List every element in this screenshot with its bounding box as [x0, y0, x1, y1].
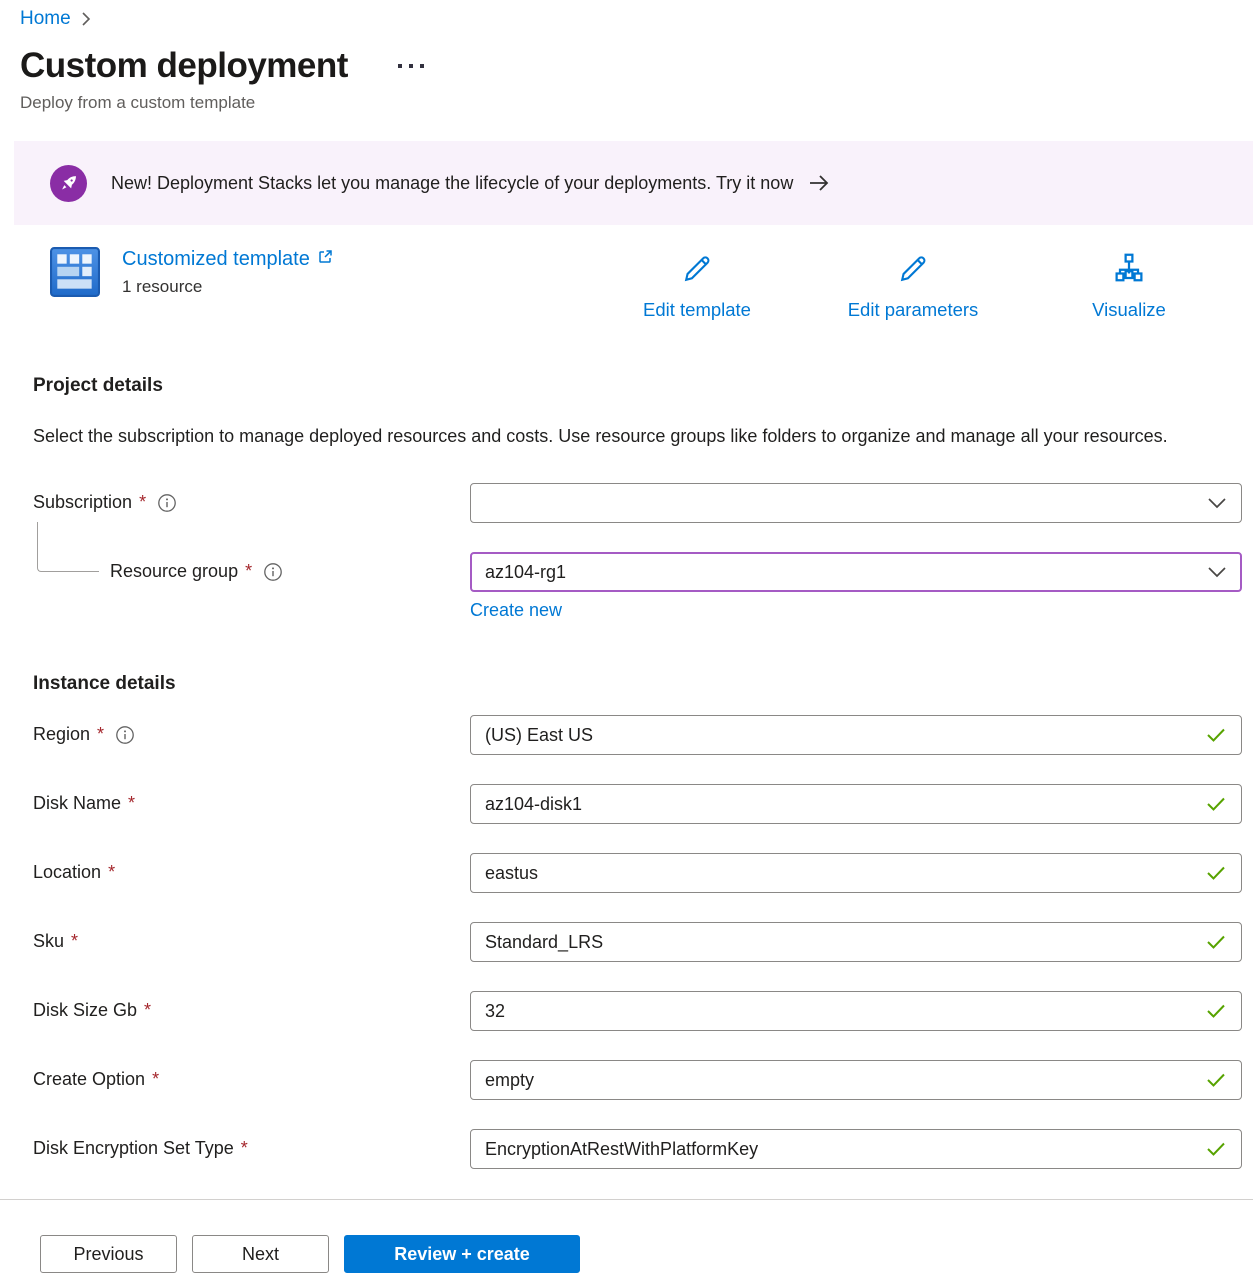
sku-value: Standard_LRS: [485, 932, 603, 953]
valid-check-icon: [1205, 1071, 1227, 1089]
location-input[interactable]: eastus: [470, 853, 1242, 893]
valid-check-icon: [1205, 726, 1227, 744]
required-marker: *: [108, 862, 115, 883]
chevron-down-icon: [1207, 565, 1227, 579]
edit-template-label: Edit template: [643, 299, 751, 321]
edit-parameters-button[interactable]: Edit parameters: [805, 247, 1021, 321]
visualize-button[interactable]: Visualize: [1021, 247, 1237, 321]
disk-size-input[interactable]: 32: [470, 991, 1242, 1031]
project-details-heading: Project details: [33, 375, 1253, 397]
page-subtitle: Deploy from a custom template: [20, 93, 1253, 113]
required-marker: *: [245, 561, 252, 582]
breadcrumb-home-link[interactable]: Home: [20, 8, 71, 30]
chevron-right-icon: [81, 11, 91, 27]
disk-size-value: 32: [485, 1001, 505, 1022]
next-button[interactable]: Next: [192, 1235, 329, 1273]
wizard-footer: Previous Next Review + create: [0, 1199, 1253, 1280]
page-title: Custom deployment: [20, 46, 348, 86]
subscription-select[interactable]: [470, 483, 1242, 523]
resource-group-select[interactable]: az104-rg1: [470, 552, 1242, 592]
required-marker: *: [152, 1069, 159, 1090]
location-row: Location * eastus: [33, 853, 1242, 893]
resource-group-value: az104-rg1: [485, 562, 566, 583]
valid-check-icon: [1205, 1140, 1227, 1158]
disk-encryption-set-type-value: EncryptionAtRestWithPlatformKey: [485, 1139, 758, 1160]
external-link-icon: [317, 248, 333, 271]
rocket-icon: [50, 165, 87, 202]
sku-label: Sku: [33, 931, 64, 952]
disk-size-label: Disk Size Gb: [33, 1000, 137, 1021]
field-connector-line: [37, 522, 99, 572]
more-icon[interactable]: [396, 58, 426, 74]
template-actions: Edit template Edit parameters: [589, 247, 1237, 321]
customized-template-link[interactable]: Customized template: [122, 248, 333, 271]
valid-check-icon: [1205, 864, 1227, 882]
breadcrumb: Home: [20, 8, 1253, 30]
disk-name-row: Disk Name * az104-disk1: [33, 784, 1242, 824]
disk-name-label: Disk Name: [33, 793, 121, 814]
info-icon[interactable]: [115, 725, 135, 745]
resource-count: 1 resource: [122, 277, 333, 297]
visualize-label: Visualize: [1092, 299, 1166, 321]
disk-encryption-set-type-input[interactable]: EncryptionAtRestWithPlatformKey: [470, 1129, 1242, 1169]
review-create-button[interactable]: Review + create: [344, 1235, 580, 1273]
location-value: eastus: [485, 863, 538, 884]
pencil-icon: [679, 251, 715, 292]
required-marker: *: [71, 931, 78, 952]
deployment-stacks-banner[interactable]: New! Deployment Stacks let you manage th…: [14, 141, 1253, 225]
required-marker: *: [97, 724, 104, 745]
disk-encryption-set-type-label: Disk Encryption Set Type: [33, 1138, 234, 1159]
info-icon[interactable]: [157, 493, 177, 513]
sku-input[interactable]: Standard_LRS: [470, 922, 1242, 962]
create-option-input[interactable]: empty: [470, 1060, 1242, 1100]
chevron-down-icon: [1207, 496, 1227, 510]
create-new-link[interactable]: Create new: [470, 600, 562, 620]
region-value: (US) East US: [485, 725, 593, 746]
resource-group-label: Resource group: [110, 561, 238, 582]
instance-details-heading: Instance details: [33, 673, 1242, 695]
valid-check-icon: [1205, 933, 1227, 951]
required-marker: *: [139, 492, 146, 513]
template-icon: [50, 247, 100, 302]
location-label: Location: [33, 862, 101, 883]
disk-name-value: az104-disk1: [485, 794, 582, 815]
create-option-label: Create Option: [33, 1069, 145, 1090]
disk-size-row: Disk Size Gb * 32: [33, 991, 1242, 1031]
project-details-description: Select the subscription to manage deploy…: [33, 421, 1183, 452]
banner-message: New! Deployment Stacks let you manage th…: [111, 173, 793, 194]
customized-template-label: Customized template: [122, 248, 310, 271]
valid-check-icon: [1205, 1002, 1227, 1020]
region-row: Region * (US) East US: [33, 715, 1242, 755]
sku-row: Sku * Standard_LRS: [33, 922, 1242, 962]
pencil-icon: [895, 251, 931, 292]
resource-group-row: Resource group * az104-rg1: [33, 552, 1242, 592]
subscription-label: Subscription: [33, 492, 132, 513]
arrow-right-icon[interactable]: [807, 174, 831, 192]
required-marker: *: [241, 1138, 248, 1159]
region-label: Region: [33, 724, 90, 745]
region-input[interactable]: (US) East US: [470, 715, 1242, 755]
subscription-row: Subscription *: [33, 483, 1242, 523]
disk-name-input[interactable]: az104-disk1: [470, 784, 1242, 824]
required-marker: *: [144, 1000, 151, 1021]
edit-template-button[interactable]: Edit template: [589, 247, 805, 321]
required-marker: *: [128, 793, 135, 814]
page-content: Home Custom deployment Deploy from a cus…: [0, 0, 1253, 1199]
previous-button[interactable]: Previous: [40, 1235, 177, 1273]
valid-check-icon: [1205, 795, 1227, 813]
edit-parameters-label: Edit parameters: [848, 299, 979, 321]
org-chart-icon: [1111, 251, 1147, 292]
create-option-row: Create Option * empty: [33, 1060, 1242, 1100]
info-icon[interactable]: [263, 562, 283, 582]
create-option-value: empty: [485, 1070, 534, 1091]
disk-encryption-set-type-row: Disk Encryption Set Type * EncryptionAtR…: [33, 1129, 1242, 1169]
